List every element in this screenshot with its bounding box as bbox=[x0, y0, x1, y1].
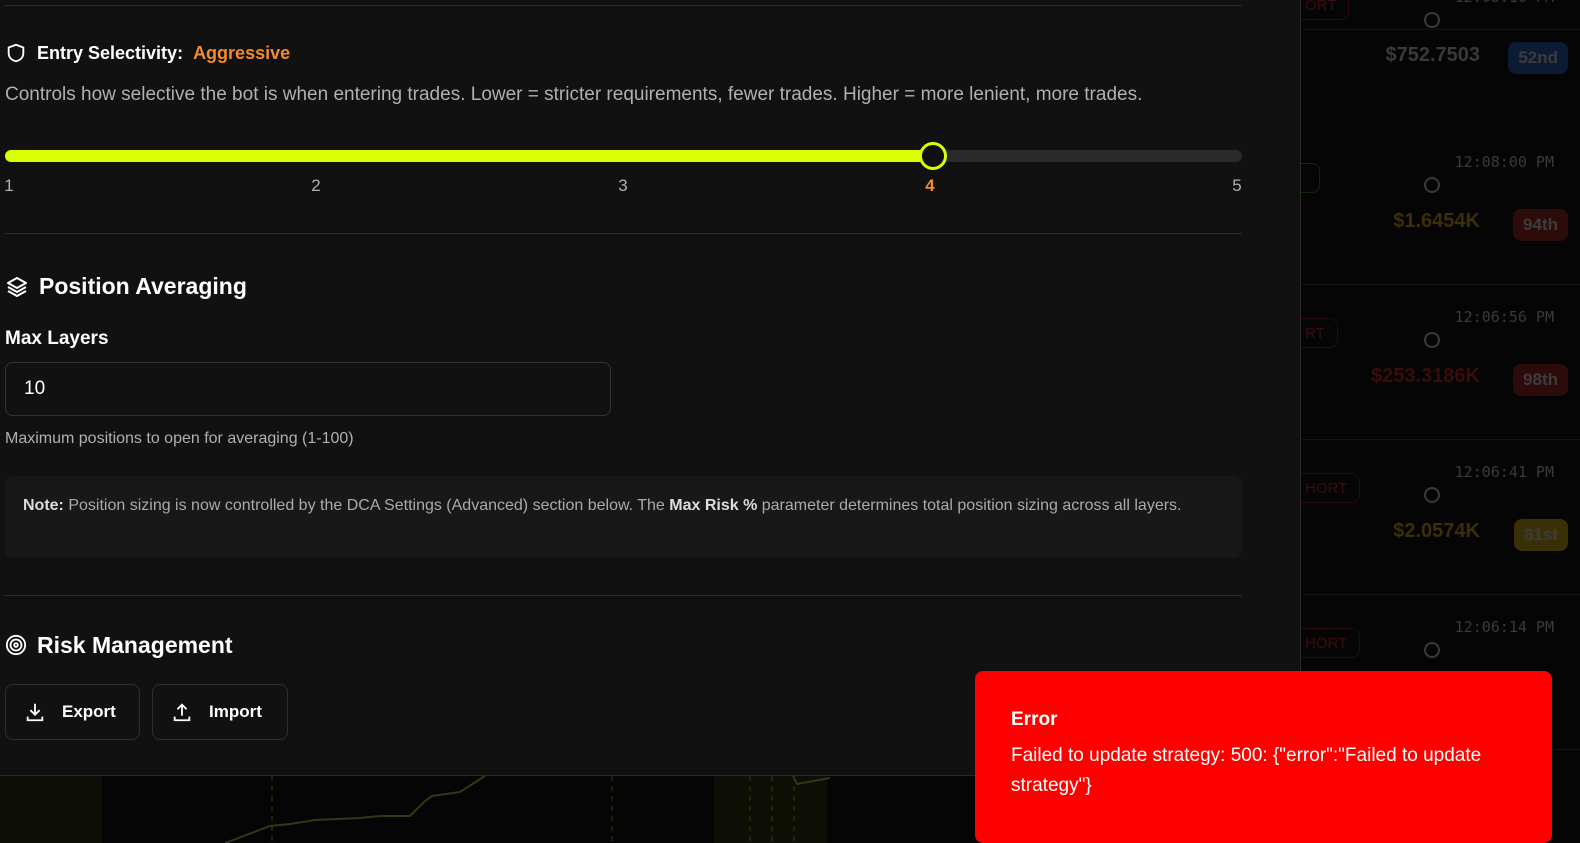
position-averaging-title: Position Averaging bbox=[39, 273, 247, 299]
trade-price: $2.0574K bbox=[1393, 520, 1480, 542]
side-badge: HORT bbox=[1292, 473, 1361, 503]
divider bbox=[5, 233, 1242, 234]
trade-price: $253.3186K bbox=[1371, 365, 1480, 387]
risk-management-header: Risk Management bbox=[5, 632, 233, 658]
slider-tick-label: 1 bbox=[4, 176, 14, 195]
entry-selectivity-title: Entry Selectivity: bbox=[37, 42, 184, 63]
trade-time: 12:06:56 PM bbox=[1454, 308, 1554, 326]
trade-price: $1.6454K bbox=[1393, 210, 1480, 232]
download-icon bbox=[26, 703, 44, 722]
note-text: Position sizing is now controlled by the… bbox=[63, 497, 670, 514]
clock-icon bbox=[1424, 642, 1440, 658]
trade-card[interactable]: 12:08:00 PM $1.6454K 94th bbox=[1292, 135, 1580, 285]
percentile-badge: 81st bbox=[1513, 519, 1568, 551]
max-layers-label: Max Layers bbox=[5, 328, 109, 349]
entry-selectivity-header: Entry Selectivity: Aggressive bbox=[5, 42, 290, 64]
trade-time: 12:08:00 PM bbox=[1454, 153, 1554, 171]
export-label: Export bbox=[62, 702, 116, 721]
error-toast[interactable]: Error Failed to update strategy: 500: {"… bbox=[975, 671, 1552, 843]
trade-card[interactable]: RT 12:06:56 PM $253.3186K 98th bbox=[1292, 290, 1580, 440]
slider-fill bbox=[5, 150, 933, 162]
max-layers-input[interactable] bbox=[5, 362, 611, 416]
slider-tick-label: 5 bbox=[1232, 176, 1242, 195]
entry-selectivity-value: Aggressive bbox=[193, 42, 291, 63]
position-averaging-header: Position Averaging bbox=[5, 273, 247, 300]
divider bbox=[5, 5, 1242, 6]
clock-icon bbox=[1424, 177, 1440, 193]
position-sizing-note: Note: Position sizing is now controlled … bbox=[5, 476, 1242, 558]
layers-icon bbox=[7, 276, 27, 297]
trade-time: 12:06:14 PM bbox=[1454, 618, 1554, 636]
slider-tick-label: 4 bbox=[925, 176, 935, 195]
shield-icon bbox=[7, 43, 25, 63]
clock-icon bbox=[1424, 12, 1440, 28]
note-label: Note: bbox=[23, 497, 64, 514]
upload-icon bbox=[173, 703, 191, 722]
strategy-settings-panel: Entry Selectivity: Aggressive Controls h… bbox=[0, 0, 1301, 776]
note-bold: Max Risk % bbox=[669, 497, 758, 514]
toast-message: Failed to update strategy: 500: {"error"… bbox=[1011, 745, 1482, 796]
entry-selectivity-description: Controls how selective the bot is when e… bbox=[5, 84, 1143, 105]
trade-price: $752.7503 bbox=[1385, 44, 1480, 66]
trade-card[interactable]: HORT 12:06:41 PM $2.0574K 81st bbox=[1292, 445, 1580, 595]
export-button[interactable]: Export bbox=[5, 684, 140, 740]
toast-title: Error bbox=[1011, 709, 1058, 730]
trade-time: 12:06:41 PM bbox=[1454, 463, 1554, 481]
slider-tick-label: 3 bbox=[618, 176, 628, 195]
entry-selectivity-slider[interactable] bbox=[5, 142, 1242, 170]
divider bbox=[5, 595, 1242, 596]
clock-icon bbox=[1424, 332, 1440, 348]
percentile-badge: 98th bbox=[1513, 364, 1568, 396]
slider-tick-label: 2 bbox=[311, 176, 321, 195]
note-text-end: parameter determines total position sizi… bbox=[757, 497, 1182, 514]
target-icon bbox=[5, 634, 27, 656]
max-layers-help: Maximum positions to open for averaging … bbox=[5, 430, 354, 447]
percentile-badge: 52nd bbox=[1508, 42, 1568, 74]
side-badge: HORT bbox=[1292, 628, 1361, 658]
risk-management-title: Risk Management bbox=[37, 632, 233, 658]
import-button[interactable]: Import bbox=[152, 684, 288, 740]
trade-time: 12:08:16 PM bbox=[1455, 0, 1554, 6]
clock-icon bbox=[1424, 487, 1440, 503]
import-label: Import bbox=[209, 702, 262, 721]
percentile-badge: 94th bbox=[1513, 209, 1568, 241]
trade-card[interactable]: ORT12:08:16 PM$752.750352nd bbox=[1292, 0, 1580, 74]
slider-thumb[interactable] bbox=[918, 142, 947, 170]
